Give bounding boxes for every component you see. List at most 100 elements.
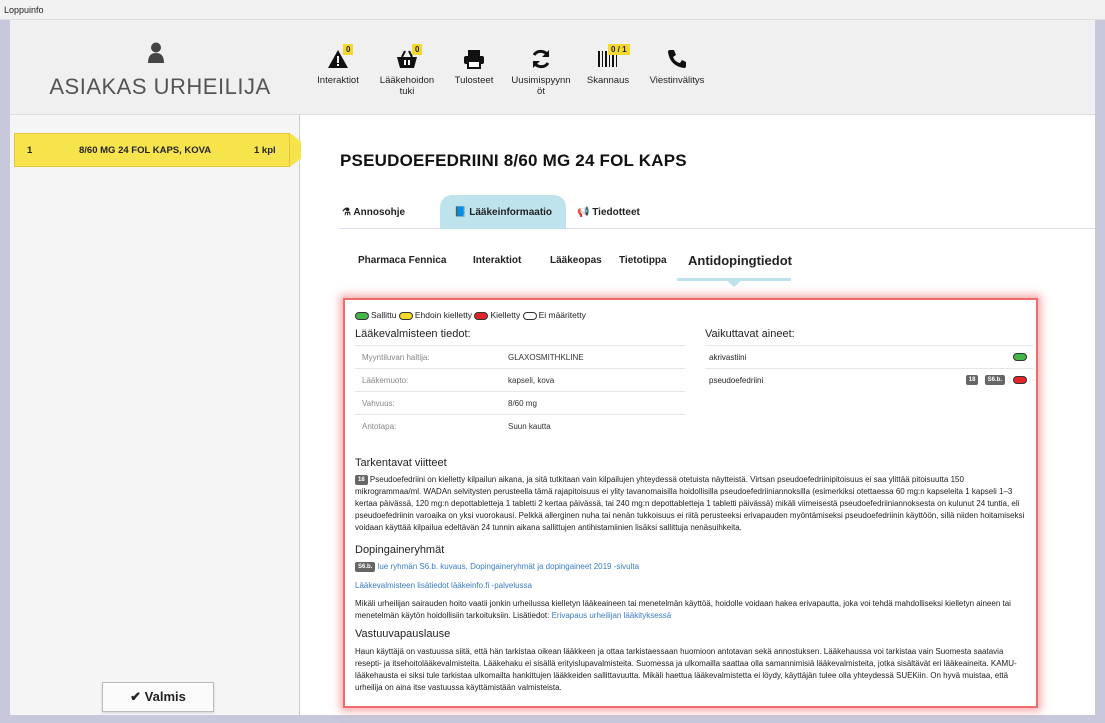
printer-icon	[463, 48, 485, 70]
done-button-label: Valmis	[144, 689, 186, 704]
tag-badge: S6.b.	[984, 375, 1005, 385]
skannaus-badge: 0 / 1	[608, 44, 630, 55]
customer-block: ASIAKAS URHEILIJA	[10, 20, 300, 115]
tool-viestinvalitys[interactable]: Viestinvälitys	[642, 48, 712, 86]
laakehoidon-badge: 0	[412, 44, 423, 55]
warning-icon: 0	[327, 44, 354, 70]
ingredients-heading: Vaikuttavat aineet:	[705, 328, 795, 340]
subtab-caret	[727, 281, 741, 287]
tab-laakeinformaatio[interactable]: 📘 Lääkeinformaatio	[440, 195, 567, 229]
interaktiot-label: Interaktiot	[317, 75, 359, 86]
laakeinfo-link[interactable]: Lääkevalmisteen lisätiedot lääkeinfo.fi …	[355, 581, 532, 590]
refresh-icon	[530, 48, 552, 70]
interaktiot-badge: 0	[343, 44, 354, 55]
info-value: 8/60 mg	[508, 399, 537, 408]
legend-green-pill	[355, 311, 369, 320]
product-info-heading: Lääkevalmisteen tiedot:	[355, 328, 471, 340]
doping-tag: S6.b.	[355, 561, 376, 572]
subtab-interaktiot[interactable]: Interaktiot	[473, 255, 521, 266]
table-row: akrivastiini	[705, 345, 1033, 368]
viesti-label: Viestinvälitys	[649, 75, 705, 86]
tool-skannaus[interactable]: 0 / 1 Skannaus	[582, 44, 634, 86]
order-product: 8/60 MG 24 FOL KAPS, KOVA	[79, 145, 212, 156]
tulosteet-label: Tulosteet	[454, 75, 494, 86]
order-row[interactable]: 1 8/60 MG 24 FOL KAPS, KOVA 1 kpl	[14, 133, 290, 167]
customer-name: ASIAKAS URHEILIJA	[49, 74, 271, 99]
doping-heading: Dopingaineryhmät	[355, 544, 445, 556]
info-value: Suun kautta	[508, 422, 551, 431]
check-icon: ✔	[130, 689, 142, 704]
subtab-pharmaca-fennica[interactable]: Pharmaca Fennica	[358, 255, 446, 266]
tool-laakehoidon-tuki[interactable]: 0 Lääkehoidon tuki	[376, 44, 438, 97]
order-sidebar: 1 8/60 MG 24 FOL KAPS, KOVA 1 kpl ✔ Valm…	[10, 115, 312, 715]
flask-icon: ⚗	[342, 207, 351, 218]
tool-tulosteet[interactable]: Tulosteet	[448, 48, 500, 86]
doping-text: Mikäli urheilijan sairauden hoito vaatii…	[355, 598, 1030, 622]
tag-badge: 18	[965, 375, 979, 385]
tool-uusimispyynnot[interactable]: Uusimispyynnöt	[510, 48, 572, 97]
product-title: PSEUDOEFEDRIINI 8/60 MG 24 FOL KAPS	[340, 151, 687, 170]
legend-ehdoin: Ehdoin kielletty	[414, 310, 473, 320]
info-value: kapseli, kova	[508, 376, 555, 385]
window-titlebar: Loppuinfo	[0, 0, 1105, 20]
disclaimer-heading: Vastuuvapauslause	[355, 628, 451, 640]
legend-kielletty: Kielletty	[490, 310, 521, 320]
product-info-table: Myyntiluvan haltija: GLAXOSMITHKLINE Lää…	[355, 345, 685, 437]
info-key: Lääkemuoto:	[362, 376, 409, 385]
refs-body: Pseudoefedriini on kielletty kilpailun a…	[355, 475, 1025, 532]
tabs: ⚗ Annosohje 📘 Lääkeinformaatio 📢 Tiedott…	[339, 195, 1095, 229]
done-button[interactable]: ✔ Valmis	[102, 682, 214, 712]
doping-body: Mikäli urheilijan sairauden hoito vaatii…	[355, 599, 1011, 620]
info-value: GLAXOSMITHKLINE	[508, 353, 584, 362]
info-key: Myyntiluvan haltija:	[362, 353, 430, 362]
disclaimer-text: Haun käyttäjä on vastuussa siitä, että h…	[355, 647, 1017, 692]
main-panel: PSEUDOEFEDRIINI 8/60 MG 24 FOL KAPS ⚗ An…	[301, 115, 1095, 715]
ingredient-name: pseudoefedriini	[709, 376, 764, 385]
ingredients-table: akrivastiini pseudoefedriini 18 S6.b.	[705, 345, 1033, 391]
doping-group-link[interactable]: lue ryhmän S6.b. kuvaus, Dopingaineryhmä…	[378, 562, 640, 571]
tab-tiedotteet[interactable]: 📢 Tiedotteet	[577, 195, 640, 229]
basket-icon: 0	[396, 44, 423, 70]
legend-white-pill	[522, 311, 537, 320]
antidoping-card: Sallittu Ehdoin kielletty Kielletty Ei m…	[343, 298, 1038, 708]
tool-interaktiot[interactable]: 0 Interaktiot	[308, 44, 368, 86]
doping-link-row: S6.b. lue ryhmän S6.b. kuvaus, Dopingain…	[355, 561, 1030, 573]
table-row: pseudoefedriini 18 S6.b.	[705, 368, 1033, 391]
refs-heading: Tarkentavat viitteet	[355, 457, 447, 469]
header: ASIAKAS URHEILIJA 0 Interaktiot 0 Lääkeh…	[10, 20, 1095, 115]
status-pill-red	[1013, 376, 1027, 384]
uusimis-label: Uusimispyynnöt	[511, 75, 571, 97]
tab-annosohje-label: Annosohje	[353, 207, 406, 218]
tab-annosohje[interactable]: ⚗ Annosohje	[342, 195, 405, 229]
user-icon	[148, 42, 164, 63]
ingredient-name: akrivastiini	[709, 353, 747, 362]
subtab-laakeopas[interactable]: Lääkeopas	[550, 255, 602, 266]
order-index: 1	[27, 145, 33, 156]
legend: Sallittu Ehdoin kielletty Kielletty Ei m…	[355, 310, 586, 320]
window-title: Loppuinfo	[4, 5, 44, 15]
info-key: Vahvuus:	[362, 399, 395, 408]
subtab-tietotippa[interactable]: Tietotippa	[619, 255, 667, 266]
erivapaus-link[interactable]: Erivapaus urheilijan lääkityksessä	[552, 611, 672, 620]
tab-laakeinformaatio-label: Lääkeinformaatio	[469, 207, 553, 218]
phone-icon	[666, 48, 688, 70]
ingredient-tags: 18 S6.b.	[962, 375, 1005, 385]
subtab-antidopingtiedot[interactable]: Antidopingtiedot	[688, 253, 792, 268]
refs-text: 18 Pseudoefedriini on kielletty kilpailu…	[355, 474, 1030, 534]
info-key: Antotapa:	[362, 422, 397, 431]
legend-red-pill	[474, 311, 489, 320]
book-icon: 📘	[454, 207, 467, 218]
legend-sallittu: Sallittu	[371, 310, 397, 320]
table-row: Myyntiluvan haltija: GLAXOSMITHKLINE	[355, 345, 685, 368]
skannaus-label: Skannaus	[586, 75, 630, 86]
doping-info-row: Lääkevalmisteen lisätiedot lääkeinfo.fi …	[355, 580, 1030, 592]
laakehoidon-label: Lääkehoidon tuki	[379, 75, 435, 97]
table-row: Lääkemuoto: kapseli, kova	[355, 368, 685, 391]
legend-yellow-pill	[398, 311, 413, 320]
barcode-icon: 0 / 1	[597, 44, 630, 70]
table-row: Vahvuus: 8/60 mg	[355, 391, 685, 414]
table-row: Antotapa: Suun kautta	[355, 414, 685, 437]
legend-ei-maaritetty: Ei määritetty	[538, 310, 586, 320]
order-qty: 1 kpl	[254, 145, 276, 156]
refs-tag: 18	[355, 474, 368, 485]
